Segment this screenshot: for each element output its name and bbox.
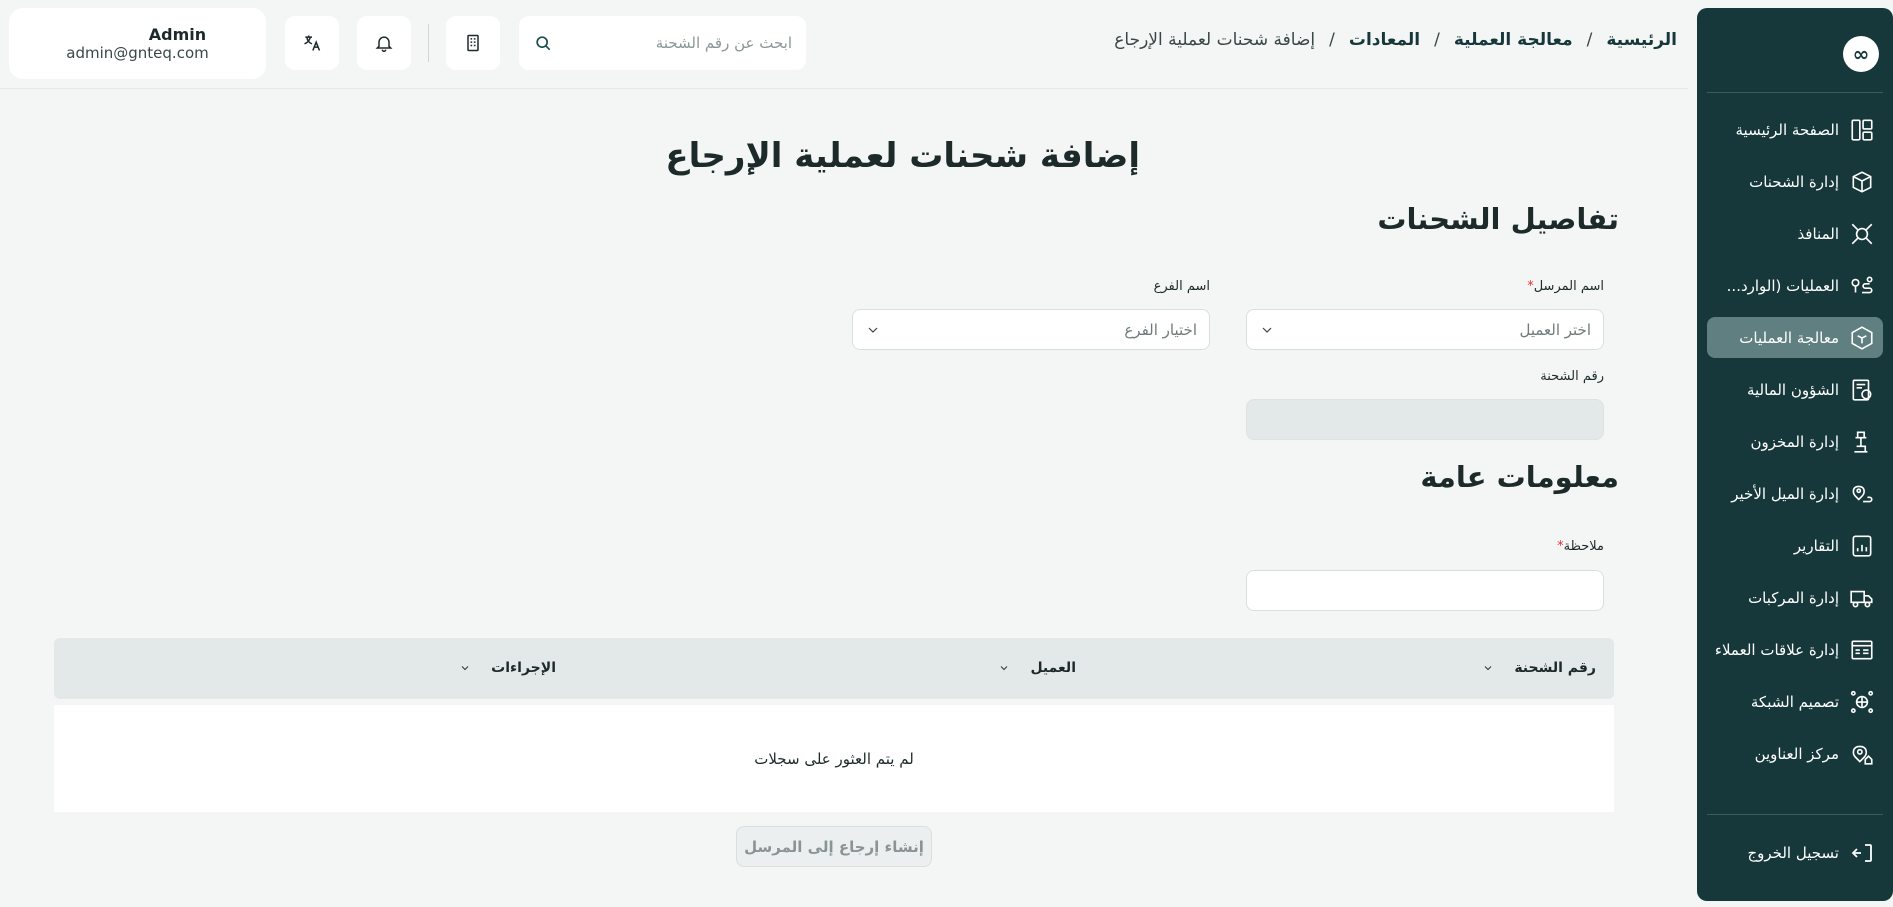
chevron-down-icon: [1262, 327, 1272, 333]
sidebar-item-label: مركز العناوين: [1754, 744, 1839, 763]
sidebar-item-label: معالجة العمليات: [1739, 328, 1839, 347]
sidebar-item-label: تصميم الشبكة: [1750, 692, 1839, 711]
page-title: إضافة شحنات لعملية الإرجاع: [665, 136, 1140, 176]
last-mile-icon: [1852, 485, 1873, 502]
box-icon: [1852, 170, 1872, 193]
bell-icon: [375, 36, 393, 53]
shipment-number-label: رقم الشحنة: [1540, 369, 1604, 384]
breadcrumb-separator: /: [1329, 30, 1335, 50]
shipment-details-title: تفاصيل الشحنات: [1377, 202, 1619, 236]
header-divider-line: [0, 88, 1688, 89]
package-process-icon: [1851, 325, 1873, 350]
general-info-title: معلومات عامة: [1420, 460, 1619, 494]
note-label: ملاحظة*: [1557, 539, 1604, 554]
table-header: رقم الشحنة العميل الإجراءات: [54, 638, 1614, 699]
breadcrumb-current: إضافة شحنات لعملية الإرجاع: [1114, 30, 1316, 50]
column-actions[interactable]: الإجراءات: [459, 660, 556, 676]
notifications-button[interactable]: [357, 16, 411, 70]
dashboard-icon: [1851, 118, 1873, 141]
chevron-down-icon: [868, 327, 878, 333]
sidebar-item-shipments[interactable]: إدارة الشحنات: [1707, 161, 1883, 202]
crm-icon: [1851, 640, 1873, 659]
chevron-down-icon: [1001, 666, 1008, 671]
sidebar-nav: الصفحة الرئيسية إدارة الشحنات المنافذ ال…: [1697, 109, 1893, 785]
create-return-button[interactable]: إنشاء إرجاع إلى المرسل: [736, 826, 932, 867]
sidebar-item-label: العمليات (الوارد...: [1726, 276, 1839, 295]
chevron-down-icon: [461, 666, 469, 671]
sidebar-item-reports[interactable]: التقارير: [1707, 525, 1883, 566]
search-input[interactable]: [553, 34, 792, 52]
branch-select[interactable]: اختيار الفرع: [852, 309, 1210, 350]
sidebar-divider: [1707, 814, 1883, 815]
breadcrumb-separator: /: [1586, 30, 1593, 50]
translate-icon: [304, 35, 321, 51]
logo-icon[interactable]: ∞: [1843, 36, 1879, 72]
sender-label: اسم المرسل*: [1527, 279, 1604, 294]
note-field[interactable]: [1246, 570, 1604, 611]
search-icon: [536, 36, 551, 51]
sidebar-item-finance[interactable]: الشؤون المالية: [1707, 369, 1883, 410]
sidebar-item-ports[interactable]: المنافذ: [1707, 213, 1883, 254]
network-design-icon: [1850, 690, 1874, 713]
sidebar-item-label: المنافذ: [1797, 224, 1839, 243]
logout-icon: [1851, 844, 1872, 862]
logout-label: تسجيل الخروج: [1747, 844, 1839, 862]
network-icon: [1851, 223, 1873, 244]
building-icon: [467, 34, 479, 52]
logout-button[interactable]: تسجيل الخروج: [1707, 833, 1883, 873]
sidebar-item-label: إدارة الشحنات: [1749, 172, 1839, 191]
breadcrumb-home[interactable]: الرئيسية: [1606, 30, 1677, 50]
reports-icon: [1852, 534, 1872, 557]
sidebar-item-network-design[interactable]: تصميم الشبكة: [1707, 681, 1883, 722]
company-button[interactable]: [446, 16, 500, 70]
sender-select[interactable]: اختر العميل: [1246, 309, 1604, 350]
sidebar-item-label: إدارة المركبات: [1748, 588, 1839, 607]
chevron-down-icon: [1484, 666, 1492, 671]
sidebar: ∞ الصفحة الرئيسية إدارة الشحنات المنافذ …: [1697, 8, 1893, 901]
sidebar-item-home[interactable]: الصفحة الرئيسية: [1707, 109, 1883, 150]
user-card[interactable]: Admin admin@gnteq.com: [9, 8, 266, 79]
sidebar-item-vehicles[interactable]: إدارة المركبات: [1707, 577, 1883, 618]
sidebar-item-label: الصفحة الرئيسية: [1735, 120, 1840, 139]
empty-message: لم يتم العثور على سجلات: [754, 749, 914, 768]
language-button[interactable]: [285, 16, 339, 70]
sender-select-value: اختر العميل: [1519, 320, 1591, 339]
breadcrumb: الرئيسية / معالجة العملية / المعادات / إ…: [1114, 30, 1677, 50]
column-customer[interactable]: العميل: [998, 660, 1076, 676]
breadcrumb-separator: /: [1434, 30, 1440, 50]
sidebar-item-last-mile[interactable]: إدارة الميل الأخير: [1707, 473, 1883, 514]
sidebar-item-label: إدارة علاقات العملاء: [1714, 640, 1839, 659]
breadcrumb-operation-processing[interactable]: معالجة العملية: [1454, 30, 1573, 50]
header-divider: [428, 24, 429, 62]
user-email: admin@gnteq.com: [66, 44, 209, 62]
sidebar-item-address-center[interactable]: مركز العناوين: [1707, 733, 1883, 774]
sidebar-item-label: إدارة المخزون: [1750, 432, 1839, 451]
sidebar-item-crm[interactable]: إدارة علاقات العملاء: [1707, 629, 1883, 670]
sidebar-item-label: إدارة الميل الأخير: [1731, 484, 1839, 503]
address-icon: [1852, 745, 1873, 765]
user-name: Admin: [148, 25, 207, 44]
sidebar-item-operations[interactable]: العمليات (الوارد...: [1707, 265, 1883, 306]
truck-icon: [1850, 590, 1873, 607]
breadcrumb-returns[interactable]: المعادات: [1349, 30, 1420, 50]
route-icon: [1851, 276, 1873, 293]
shipment-number-field: [1246, 399, 1604, 440]
inventory-icon: [1854, 430, 1868, 453]
sidebar-divider: [1707, 92, 1883, 93]
branch-select-value: اختيار الفرع: [1124, 320, 1197, 339]
sidebar-item-label: التقارير: [1793, 536, 1839, 555]
finance-icon: [1852, 378, 1872, 401]
branch-label: اسم الفرع: [1153, 279, 1210, 294]
sidebar-item-label: الشؤون المالية: [1746, 380, 1839, 399]
sidebar-item-operation-processing[interactable]: معالجة العمليات: [1707, 317, 1883, 358]
sidebar-item-inventory[interactable]: إدارة المخزون: [1707, 421, 1883, 462]
table-empty-state: لم يتم العثور على سجلات: [54, 705, 1614, 812]
column-shipment-number[interactable]: رقم الشحنة: [1482, 660, 1596, 676]
search-box[interactable]: [519, 16, 806, 70]
